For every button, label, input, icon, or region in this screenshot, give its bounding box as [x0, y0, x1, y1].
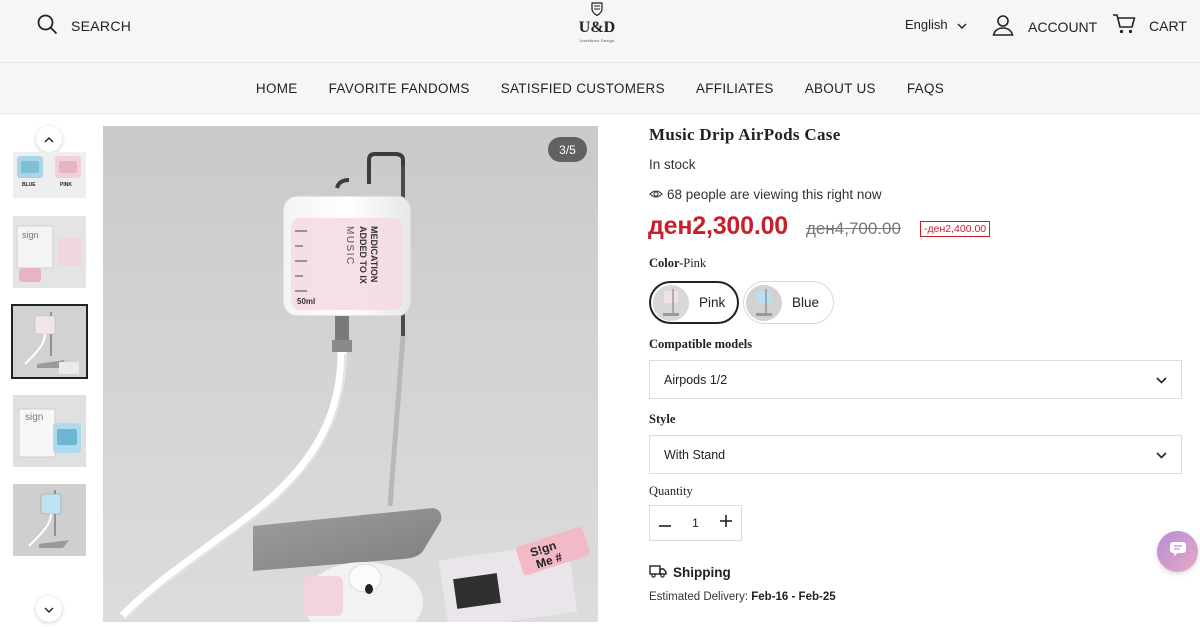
nav-item-about-us[interactable]: ABOUT US — [805, 81, 876, 96]
thumbnail-5[interactable] — [13, 484, 86, 556]
models-label-text: Compatible models — [649, 337, 753, 351]
color-option-pink[interactable]: Pink — [649, 281, 739, 324]
models-select[interactable]: Airpods 1/2 — [649, 360, 1182, 399]
style-select[interactable]: With Stand — [649, 435, 1182, 474]
thumbnail-1-image — [13, 152, 86, 198]
thumbnails-down-button[interactable] — [36, 596, 62, 622]
quantity-increase-button[interactable] — [711, 506, 741, 540]
thumbnail-caption-pink: PINK — [60, 182, 72, 188]
delivery-dates: Feb-16 - Feb-25 — [751, 591, 836, 603]
logo-tagline: Undefined Design — [579, 38, 615, 43]
style-label: Style — [649, 412, 675, 427]
color-selected-value: Pink — [683, 256, 707, 270]
thumbnail-5-image — [13, 484, 86, 556]
thumbnail-3-image — [13, 306, 86, 377]
main-product-image[interactable]: MEDICATION ADDED TO IX MUSIC 50ml S!gn M… — [103, 126, 598, 622]
product-title: Music Drip AirPods Case — [649, 125, 841, 144]
quantity-input[interactable] — [680, 516, 711, 530]
chevron-down-icon — [957, 17, 967, 32]
nav-item-satisfied-customers[interactable]: SATISFIED CUSTOMERS — [501, 81, 665, 96]
discount-badge: -ден2,400.00 — [920, 221, 991, 237]
color-label-text: Color- — [649, 256, 684, 270]
quantity-stepper — [649, 505, 742, 541]
site-logo[interactable]: U&D Undefined Design — [572, 2, 622, 43]
thumbnails-up-button[interactable] — [36, 126, 62, 152]
thumbnail-2-image — [13, 216, 86, 288]
stock-status: In stock — [649, 157, 696, 172]
minus-icon — [659, 514, 671, 532]
main-nav: HOME FAVORITE FANDOMS SATISFIED CUSTOMER… — [0, 63, 1200, 114]
user-icon — [991, 13, 1015, 40]
chat-icon — [1169, 541, 1187, 562]
thumbnail-1[interactable]: BLUE PINK — [13, 152, 86, 198]
truck-icon — [649, 564, 667, 581]
search-label: SEARCH — [71, 18, 132, 34]
language-label: English — [905, 17, 948, 32]
cart-label: CART — [1149, 17, 1187, 34]
chat-button[interactable] — [1157, 531, 1198, 572]
color-option-blue-label: Blue — [792, 295, 820, 310]
delivery-label: Estimated Delivery: — [649, 591, 749, 603]
chevron-down-icon — [1156, 373, 1167, 387]
product-photo: MEDICATION ADDED TO IX MUSIC 50ml S!gn M… — [119, 152, 590, 622]
chevron-up-icon — [44, 130, 54, 148]
color-blue-swatch — [746, 284, 782, 321]
style-selected-value: With Stand — [664, 447, 726, 462]
thumbnail-3[interactable] — [11, 304, 88, 379]
search-icon — [37, 14, 58, 38]
bag-text-1: MEDICATION — [369, 226, 379, 282]
bag-volume-text: 50ml — [297, 297, 315, 306]
eye-icon — [649, 187, 663, 202]
color-label: Color-Pink — [649, 256, 706, 271]
color-option-blue[interactable]: Blue — [743, 281, 834, 324]
models-selected-value: Airpods 1/2 — [664, 372, 728, 387]
nav-item-favorite-fandoms[interactable]: FAVORITE FANDOMS — [329, 81, 470, 96]
bag-text-3: MUSIC — [344, 226, 355, 266]
quantity-decrease-button[interactable] — [650, 506, 680, 540]
color-option-pink-label: Pink — [699, 295, 726, 310]
thumbnail-4-image — [13, 395, 86, 467]
account-link[interactable]: ACCOUNT — [991, 13, 1097, 40]
thumbnail-4-text: sign — [25, 412, 44, 423]
color-pink-swatch — [653, 284, 689, 321]
plus-icon — [720, 514, 732, 532]
thumbnail-4[interactable]: sign — [13, 395, 86, 467]
image-counter-badge: 3/5 — [548, 137, 587, 162]
thumbnail-caption-blue: BLUE — [22, 182, 36, 188]
compare-price: ден4,700.00 — [806, 219, 901, 238]
thumbnail-2[interactable]: sign — [13, 216, 86, 288]
estimated-delivery: Estimated Delivery: Feb-16 - Feb-25 — [649, 591, 836, 603]
cart-icon — [1112, 13, 1136, 38]
chevron-down-icon — [1156, 448, 1167, 462]
nav-item-home[interactable]: HOME — [256, 81, 298, 96]
logo-text: U&D — [578, 19, 616, 36]
crest-icon — [590, 2, 604, 20]
language-selector[interactable]: English — [905, 17, 967, 32]
viewers-count: 68 people are viewing this right now — [649, 187, 882, 202]
quantity-label: Quantity — [649, 484, 693, 498]
sale-price: ден2,300.00 — [648, 212, 788, 240]
chevron-down-icon — [44, 600, 54, 618]
nav-item-affiliates[interactable]: AFFILIATES — [696, 81, 774, 96]
search-button[interactable]: SEARCH — [37, 14, 131, 38]
bag-text-2: ADDED TO IX — [358, 226, 368, 284]
thumbnail-2-text: sign — [22, 230, 39, 240]
top-bar: SEARCH U&D Undefined Design English ACCO… — [0, 0, 1200, 63]
models-label: Compatible models — [649, 337, 752, 352]
style-label-text: Style — [649, 412, 676, 426]
viewers-text: 68 people are viewing this right now — [667, 187, 882, 202]
cart-link[interactable]: CART — [1112, 13, 1187, 38]
account-label: ACCOUNT — [1028, 18, 1098, 35]
nav-item-faqs[interactable]: FAQS — [907, 81, 944, 96]
shipping-info: Shipping — [649, 564, 731, 581]
shipping-label: Shipping — [673, 565, 731, 580]
